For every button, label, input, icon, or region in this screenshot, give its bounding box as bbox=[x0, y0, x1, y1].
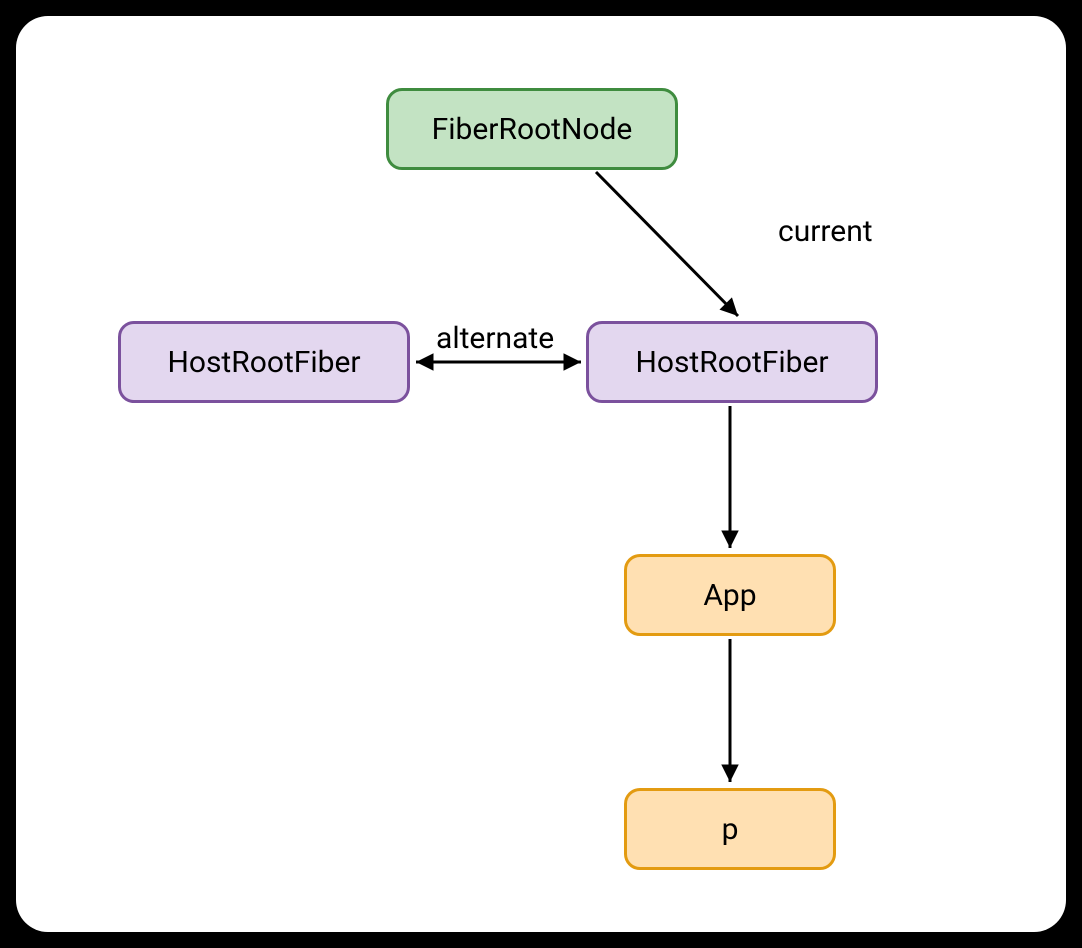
node-app: App bbox=[624, 554, 836, 636]
edge-current bbox=[596, 172, 738, 316]
node-host-root-fiber-left: HostRootFiber bbox=[118, 321, 410, 403]
node-label: HostRootFiber bbox=[167, 345, 360, 380]
edge-label-current: current bbox=[778, 214, 873, 249]
node-label: App bbox=[703, 578, 756, 613]
diagram-canvas: FiberRootNode HostRootFiber HostRootFibe… bbox=[16, 16, 1066, 932]
node-host-root-fiber-right: HostRootFiber bbox=[586, 321, 878, 403]
node-label: HostRootFiber bbox=[635, 345, 828, 380]
node-fiber-root-node: FiberRootNode bbox=[386, 88, 678, 170]
node-label: p bbox=[722, 812, 739, 847]
edge-label-alternate: alternate bbox=[436, 321, 554, 356]
node-p: p bbox=[624, 788, 836, 870]
node-label: FiberRootNode bbox=[432, 112, 633, 147]
